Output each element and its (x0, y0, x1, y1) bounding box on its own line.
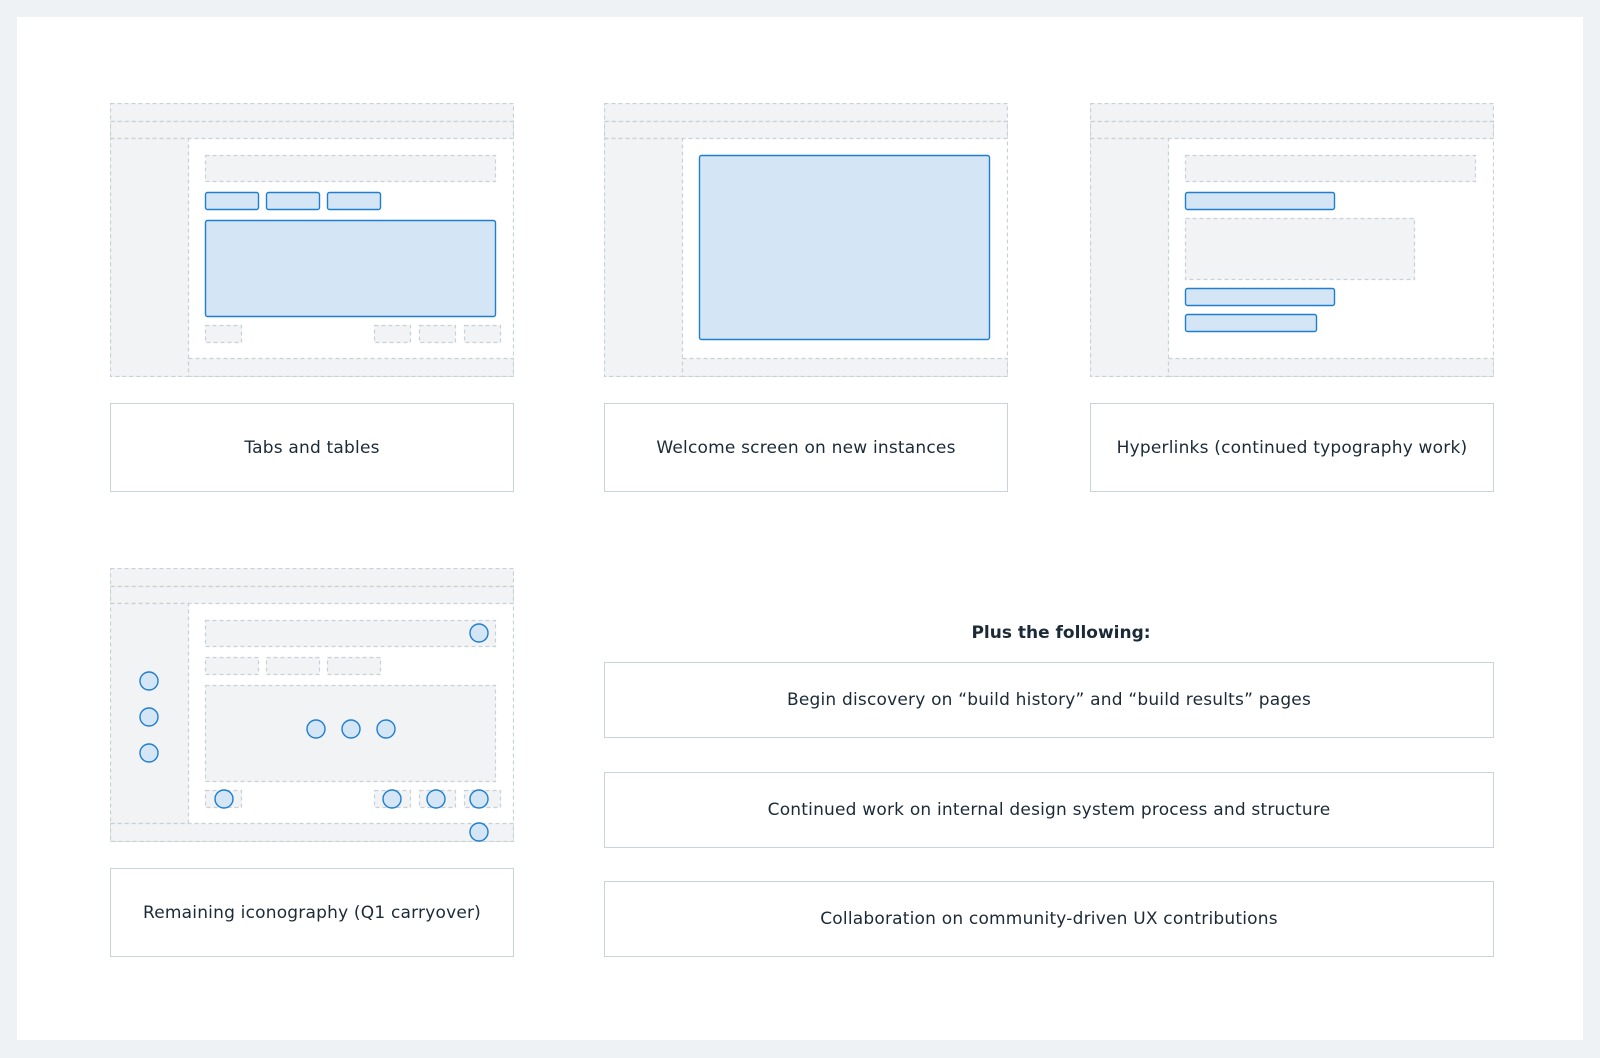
plus-item-build-pages: Begin discovery on “build history” and “… (604, 662, 1494, 738)
wireframe-tabs-tables (110, 103, 514, 377)
plus-item-community-ux: Collaboration on community-driven UX con… (604, 881, 1494, 957)
roadmap-canvas: Tabs and tables Welcome screen on new in… (17, 17, 1583, 1040)
plus-item-design-system: Continued work on internal design system… (604, 772, 1494, 848)
wireframe-hyperlinks (1090, 103, 1494, 377)
card-title-tabs-tables: Tabs and tables (110, 403, 514, 492)
card-title-hyperlinks: Hyperlinks (continued typography work) (1090, 403, 1494, 492)
card-title-iconography: Remaining iconography (Q1 carryover) (110, 868, 514, 957)
wireframe-welcome-screen (604, 103, 1008, 377)
card-title-welcome-screen: Welcome screen on new instances (604, 403, 1008, 492)
plus-heading: Plus the following: (971, 623, 1151, 643)
wireframe-iconography (110, 568, 514, 842)
